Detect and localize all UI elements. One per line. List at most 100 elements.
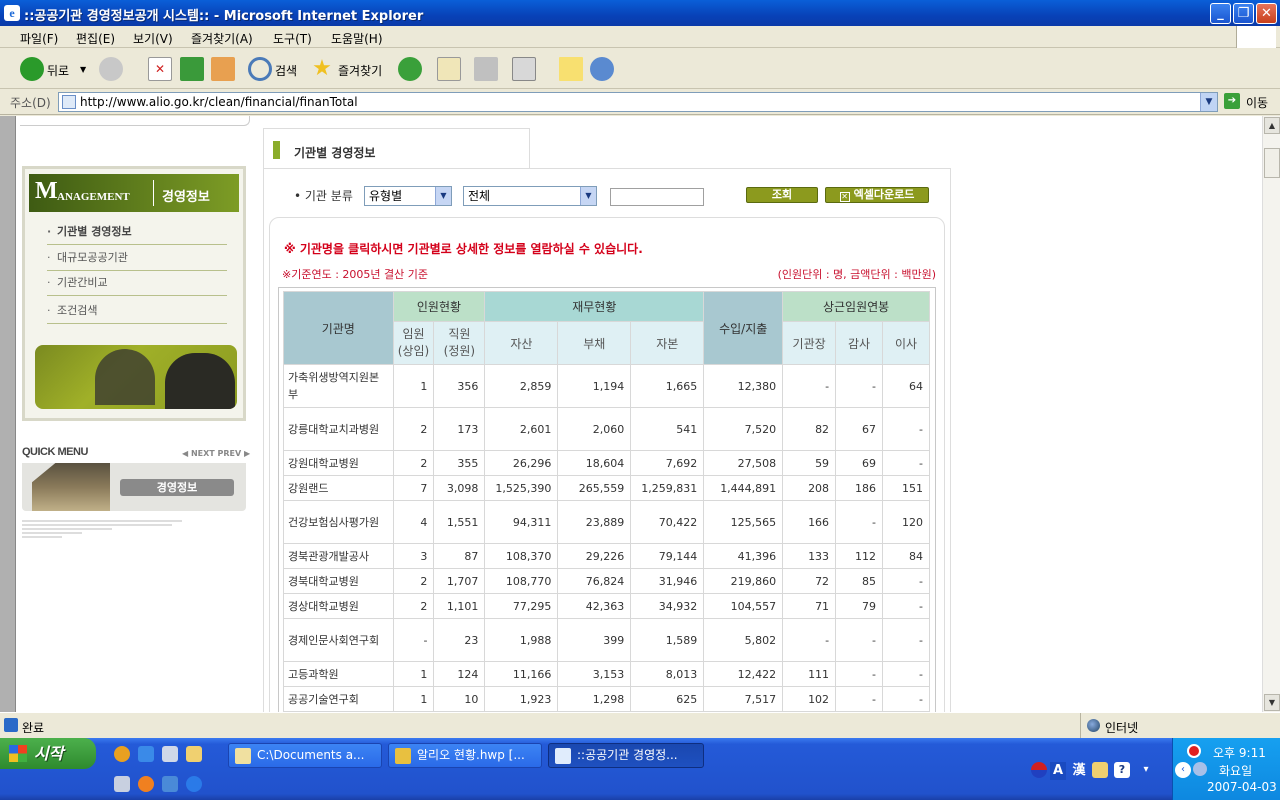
quicklaunch-icon[interactable] [138,776,154,792]
taskbar-item-explorer[interactable]: C:\Documents a... [228,743,382,768]
org-name-link[interactable]: 건강보험심사평가원 [283,500,394,544]
table-row: 강원랜드 7 3,098 1,525,390 265,559 1,259,831 1,444… [283,475,931,501]
org-name-link[interactable]: 가축위생방역지원본부 [283,364,394,408]
org-name-link[interactable]: 강원랜드 [283,475,394,501]
excel-download-button[interactable]: ✕ 엑셀다운로드 [825,187,929,203]
taskbar-item-ie[interactable]: ::공공기관 경영정... [548,743,704,768]
menu-tools[interactable]: 도구(T) [273,30,312,47]
korean-flag-icon[interactable] [1031,762,1047,778]
quick-menu-nav[interactable]: ◀ NEXT PREV ▶ [182,449,250,458]
address-dropdown-icon[interactable]: ▼ [1200,93,1217,111]
ime-tool-icon[interactable] [1092,762,1108,778]
org-name-link[interactable]: 경북관광개발공사 [283,543,394,569]
refresh-icon[interactable] [180,57,204,81]
filter-type-select[interactable]: 유형별 ▼ [364,186,452,206]
quicklaunch-icon[interactable] [162,746,178,762]
stop-icon[interactable]: ✕ [148,57,172,81]
quicklaunch-icon[interactable] [114,776,130,792]
table-cell: 34,932 [630,593,705,619]
scroll-down-icon[interactable]: ▼ [1264,694,1280,711]
home-icon[interactable] [211,57,235,81]
blocked-icon[interactable] [1187,744,1201,758]
table-cell: - [881,450,931,476]
status-text: 완료 [22,721,45,735]
vertical-scrollbar[interactable]: ▲ ▼ [1262,116,1280,712]
table-cell: 26,296 [484,450,559,476]
menu-help[interactable]: 도움말(H) [331,30,383,47]
scroll-up-icon[interactable]: ▲ [1264,117,1280,134]
search-input[interactable] [610,188,704,206]
close-button[interactable]: ✕ [1256,3,1277,24]
notes-icon[interactable] [559,57,583,81]
org-name-link[interactable]: 강릉대학교치과병원 [283,407,394,451]
maximize-button[interactable]: ❐ [1233,3,1254,24]
task-label: C:\Documents a... [257,748,365,762]
history-icon[interactable] [398,57,422,81]
go-button[interactable]: 이동 [1246,94,1268,111]
search-label[interactable]: 검색 [275,62,297,79]
hwp-icon [395,748,411,764]
sidebar-item-large-orgs[interactable]: 대규모공공기관 [47,247,227,271]
table-cell: 108,770 [484,568,559,594]
window-titlebar[interactable]: e ::공공기관 경영정보공개 시스템:: - Microsoft Intern… [0,0,1280,26]
network-icon[interactable] [1193,762,1207,776]
org-name-link[interactable]: 경상대학교병원 [283,593,394,619]
go-arrow-icon[interactable]: ➔ [1224,93,1240,109]
org-name-link[interactable]: 강원대학교병원 [283,450,394,476]
org-name-link[interactable]: 경북대학교병원 [283,568,394,594]
back-label[interactable]: 뒤로 [47,62,69,79]
forward-arrow-icon[interactable] [99,57,123,81]
table-cell: 108,370 [484,543,559,569]
taskbar-item-hwp[interactable]: 알리오 현황.hwp [... [388,743,542,768]
table-cell: - [835,686,883,712]
chevron-down-icon[interactable]: ▼ [580,187,596,205]
filter-all-select[interactable]: 전체 ▼ [463,186,597,206]
sidebar-item-compare[interactable]: 기관간비교 [47,272,227,296]
table-cell: 1 [392,661,435,687]
quicklaunch-icon[interactable] [138,746,154,762]
table-cell: - [881,593,931,619]
favorites-label[interactable]: 즐겨찾기 [338,62,382,79]
table-cell: 2,060 [557,407,632,451]
menu-file[interactable]: 파일(F) [20,30,58,47]
quick-menu-button[interactable]: 경영정보 [120,479,234,496]
sidebar-item-condition-search[interactable]: 조건검색 [47,300,227,324]
start-button[interactable]: 시작 [0,738,96,769]
favorites-star-icon[interactable]: ★ [310,57,334,81]
quicklaunch-icon[interactable] [186,746,202,762]
help-icon[interactable]: ? [1114,762,1130,778]
messenger-icon[interactable] [590,57,614,81]
menu-view[interactable]: 보기(V) [133,30,173,47]
ie-quicklaunch-icon[interactable] [186,776,202,792]
clock-time[interactable]: 오후 9:11 [1213,744,1266,761]
back-dropdown-icon[interactable]: ▼ [80,65,86,74]
ime-hanja-button[interactable]: 漢 [1070,762,1088,780]
menu-edit[interactable]: 편집(E) [76,30,115,47]
chevron-down-icon[interactable]: ▼ [435,187,451,205]
scroll-thumb[interactable] [1264,148,1280,178]
sidebar-item-org-info[interactable]: 기관별 경영정보 [47,221,227,245]
org-name-link[interactable]: 공공기술연구회 [283,686,394,712]
back-arrow-icon[interactable] [20,57,44,81]
search-icon[interactable] [248,57,272,81]
table-cell: 84 [881,543,931,569]
org-name-link[interactable]: 경제인문사회연구회 [283,618,394,662]
menu-favorites[interactable]: 즐겨찾기(A) [191,30,253,47]
mail-icon[interactable] [437,57,461,81]
print-icon[interactable] [474,57,498,81]
table-cell: 67 [835,407,883,451]
quicklaunch-icon[interactable] [114,746,130,762]
address-url[interactable]: http://www.alio.go.kr/clean/financial/fi… [80,95,358,109]
address-input[interactable]: http://www.alio.go.kr/clean/financial/fi… [58,92,1218,112]
ime-mode-button[interactable]: A [1050,762,1066,780]
tray-expand-icon[interactable]: ‹ [1175,762,1191,778]
search-button[interactable]: 조회 [746,187,818,203]
org-name-link[interactable]: 고등과학원 [283,661,394,687]
ime-expand-icon[interactable]: ▾ [1138,762,1154,778]
edit-icon[interactable] [512,57,536,81]
header-exec: 임원 (상임) [392,321,435,365]
table-cell: 1,551 [433,500,486,544]
table-cell: 1,259,831 [630,475,705,501]
quicklaunch-icon[interactable] [162,776,178,792]
minimize-button[interactable]: _ [1210,3,1231,24]
